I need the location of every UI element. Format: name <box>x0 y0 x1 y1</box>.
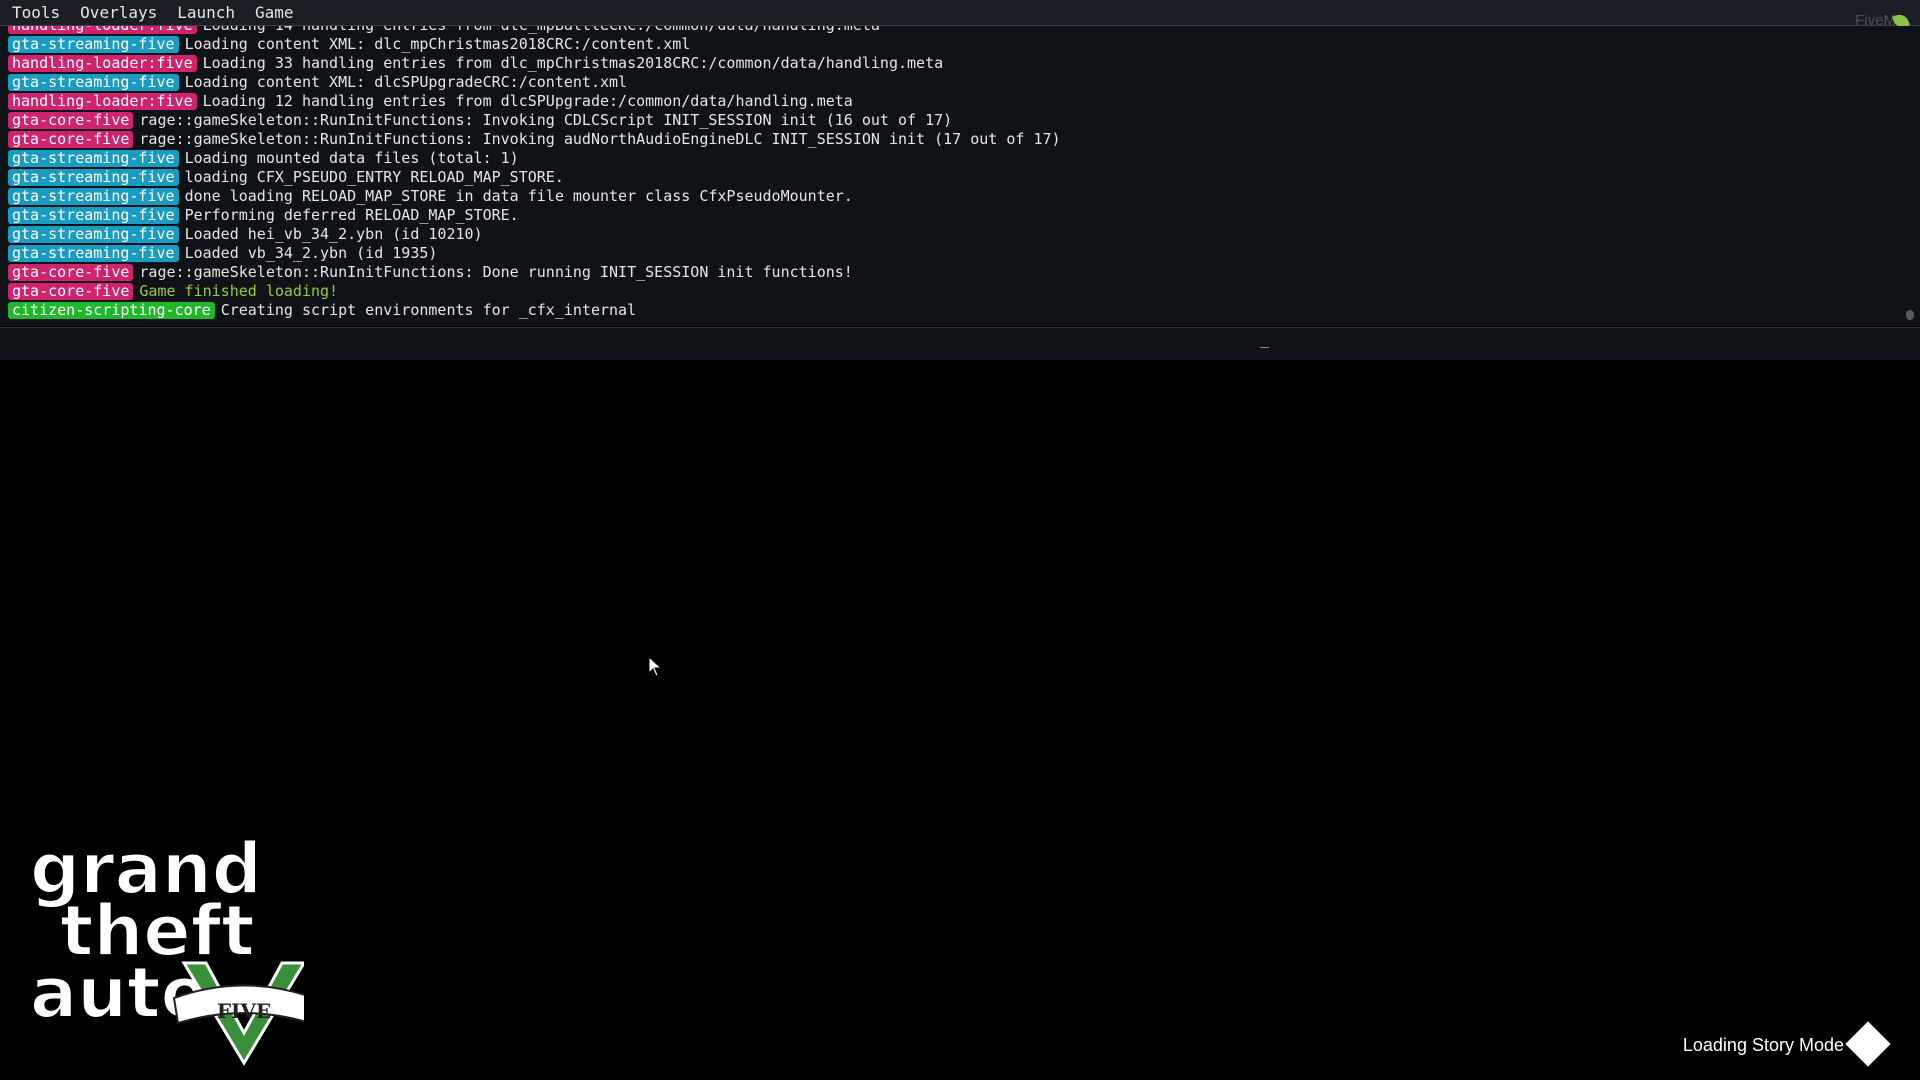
log-source-tag: gta-core-five <box>8 112 134 129</box>
loading-spinner-icon <box>1845 1021 1891 1067</box>
log-source-tag: gta-streaming-five <box>8 169 179 186</box>
log-message: rage::gameSkeleton::RunInitFunctions: In… <box>139 111 953 129</box>
menu-bar: Tools Overlays Launch Game FiveM <box>0 0 1920 30</box>
menu-game[interactable]: Game <box>243 3 302 22</box>
log-message: Creating script environments for _cfx_in… <box>220 301 637 319</box>
menu-overlays[interactable]: Overlays <box>68 3 165 22</box>
console-line: citizen-scripting-core Creating script en… <box>8 301 1896 320</box>
mouse-cursor-icon <box>648 656 663 677</box>
log-source-tag: gta-streaming-five <box>8 150 179 167</box>
console-line: handling-loader:five Loading 33 handling … <box>8 54 1896 73</box>
console-line: gta-core-five Game finished loading! <box>8 282 1896 301</box>
console-line: gta-streaming-five Loading content XML: d… <box>8 73 1896 92</box>
log-source-tag: handling-loader:five <box>8 26 197 34</box>
log-message: Game finished loading! <box>139 282 339 300</box>
console-line: handling-loader:five Loading 14 handling … <box>8 26 1896 35</box>
log-message: loading CFX_PSEUDO_ENTRY RELOAD_MAP_STOR… <box>184 168 564 186</box>
menu-tools[interactable]: Tools <box>0 3 68 22</box>
console-line: gta-core-five rage::gameSkeleton::RunInit… <box>8 111 1896 130</box>
console-line: gta-streaming-five done loading RELOAD_MA… <box>8 187 1896 206</box>
console-line: gta-streaming-five Loaded vb_34_2.ybn (id… <box>8 244 1896 263</box>
console-line: handling-loader:five Loading 12 handling … <box>8 92 1896 111</box>
input-caret: _ <box>1260 330 1270 348</box>
gta-v-logo: grand theft auto FIVE <box>24 823 316 1068</box>
menu-launch[interactable]: Launch <box>165 3 243 22</box>
log-message: Loading 33 handling entries from dlc_mpC… <box>202 54 944 72</box>
log-message: Loading content XML: dlc_mpChristmas2018… <box>184 35 691 53</box>
console-scrollbar[interactable] <box>1906 310 1914 320</box>
log-source-tag: handling-loader:five <box>8 55 197 72</box>
log-source-tag: gta-core-five <box>8 264 134 281</box>
console-line: gta-streaming-five Loaded hei_vb_34_2.ybn… <box>8 225 1896 244</box>
log-message: Performing deferred RELOAD_MAP_STORE. <box>184 206 519 224</box>
log-message: Loading 14 handling entries from dlc_mpB… <box>203 26 880 35</box>
log-source-tag: gta-streaming-five <box>8 188 179 205</box>
loading-status: Loading Story Mode <box>1682 1035 1844 1055</box>
log-source-tag: citizen-scripting-core <box>8 302 215 319</box>
log-message: rage::gameSkeleton::RunInitFunctions: In… <box>139 130 1061 148</box>
log-message: Loading mounted data files (total: 1) <box>184 149 519 167</box>
log-message: rage::gameSkeleton::RunInitFunctions: Do… <box>139 263 853 281</box>
logo-badge-text: FIVE <box>217 999 271 1023</box>
console-line: gta-core-five rage::gameSkeleton::RunInit… <box>8 263 1896 282</box>
log-source-tag: handling-loader:five <box>8 93 197 110</box>
log-message: Loaded hei_vb_34_2.ybn (id 10210) <box>184 225 483 243</box>
log-message: done loading RELOAD_MAP_STORE in data fi… <box>184 187 853 205</box>
log-source-tag: gta-core-five <box>8 283 134 300</box>
log-source-tag: gta-core-five <box>8 131 134 148</box>
logo-v-emblem: FIVE <box>172 961 316 1066</box>
console-line: gta-streaming-five Loading content XML: d… <box>8 35 1896 54</box>
log-source-tag: gta-streaming-five <box>8 245 179 262</box>
log-source-tag: gta-streaming-five <box>8 74 179 91</box>
console-panel: handling-loader:five Loading 14 handling … <box>0 26 1920 326</box>
log-message: Loading 12 handling entries from dlcSPUp… <box>202 92 853 110</box>
log-source-tag: gta-streaming-five <box>8 226 179 243</box>
log-message: Loaded vb_34_2.ybn (id 1935) <box>184 244 438 262</box>
log-source-tag: gta-streaming-five <box>8 207 179 224</box>
console-line: gta-core-five rage::gameSkeleton::RunInit… <box>8 130 1896 149</box>
console-line: gta-streaming-five loading CFX_PSEUDO_ENT… <box>8 168 1896 187</box>
console-line: gta-streaming-five Performing deferred RE… <box>8 206 1896 225</box>
log-source-tag: gta-streaming-five <box>8 36 179 53</box>
log-message: Loading content XML: dlcSPUpgradeCRC:/co… <box>184 73 628 91</box>
console-line: gta-streaming-five Loading mounted data f… <box>8 149 1896 168</box>
console-input[interactable]: _ <box>0 327 1920 360</box>
console-log[interactable]: handling-loader:five Loading 14 handling … <box>8 26 1896 326</box>
